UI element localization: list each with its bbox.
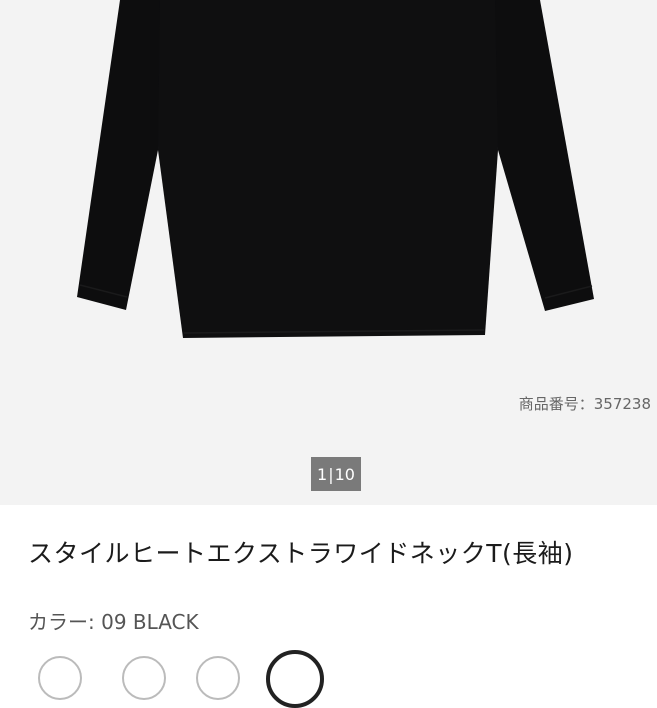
color-selection-label: カラー: 09 BLACK (28, 610, 199, 634)
product-photo (77, 0, 594, 338)
color-swatch-selected[interactable] (266, 650, 324, 708)
product-number: 商品番号：357238 (518, 395, 651, 413)
color-swatch[interactable] (122, 656, 166, 700)
color-swatch[interactable] (38, 656, 82, 700)
color-swatch[interactable] (196, 656, 240, 700)
page-separator: | (328, 464, 334, 484)
product-image-gallery[interactable]: 商品番号：357238 1 | 10 (0, 0, 657, 505)
image-page-indicator: 1 | 10 (311, 457, 361, 491)
current-page: 1 (317, 464, 328, 484)
color-swatch-row (0, 648, 657, 708)
product-title: スタイルヒートエクストラワイドネックT(長袖) (28, 539, 574, 568)
total-pages: 10 (334, 464, 355, 484)
